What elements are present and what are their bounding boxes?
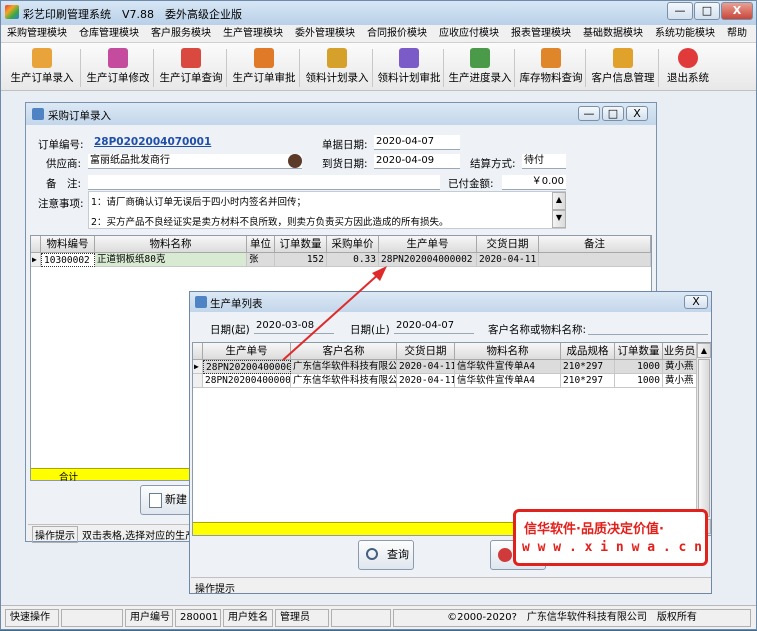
watermark-line-2: w w w . x i n w a . c n <box>522 540 703 555</box>
user-name: 管理员 <box>275 609 329 627</box>
status-bar: 快速操作 用户编号 280001 用户姓名 管理员 ©2000-2020? 广东… <box>1 605 756 629</box>
user-no-label: 用户编号 <box>125 609 173 627</box>
status-spacer <box>331 609 391 627</box>
watermark-line-1: 信华软件·品质决定价值· <box>524 522 664 537</box>
watermark-badge: 信华软件·品质决定价值· w w w . x i n w a . c n <box>513 509 708 566</box>
main-window: 彩艺印刷管理系统 V7.88 委外高级企业版 — □ X 采购管理模块 仓库管理模… <box>0 0 757 630</box>
user-no: 280001 <box>175 609 221 627</box>
quick-operation[interactable]: 快速操作 <box>5 609 59 627</box>
copyright-text: ©2000-2020? 广东信华软件科技有限公司 版权所有 <box>393 609 751 627</box>
status-spacer <box>61 609 123 627</box>
user-name-label: 用户姓名 <box>223 609 273 627</box>
